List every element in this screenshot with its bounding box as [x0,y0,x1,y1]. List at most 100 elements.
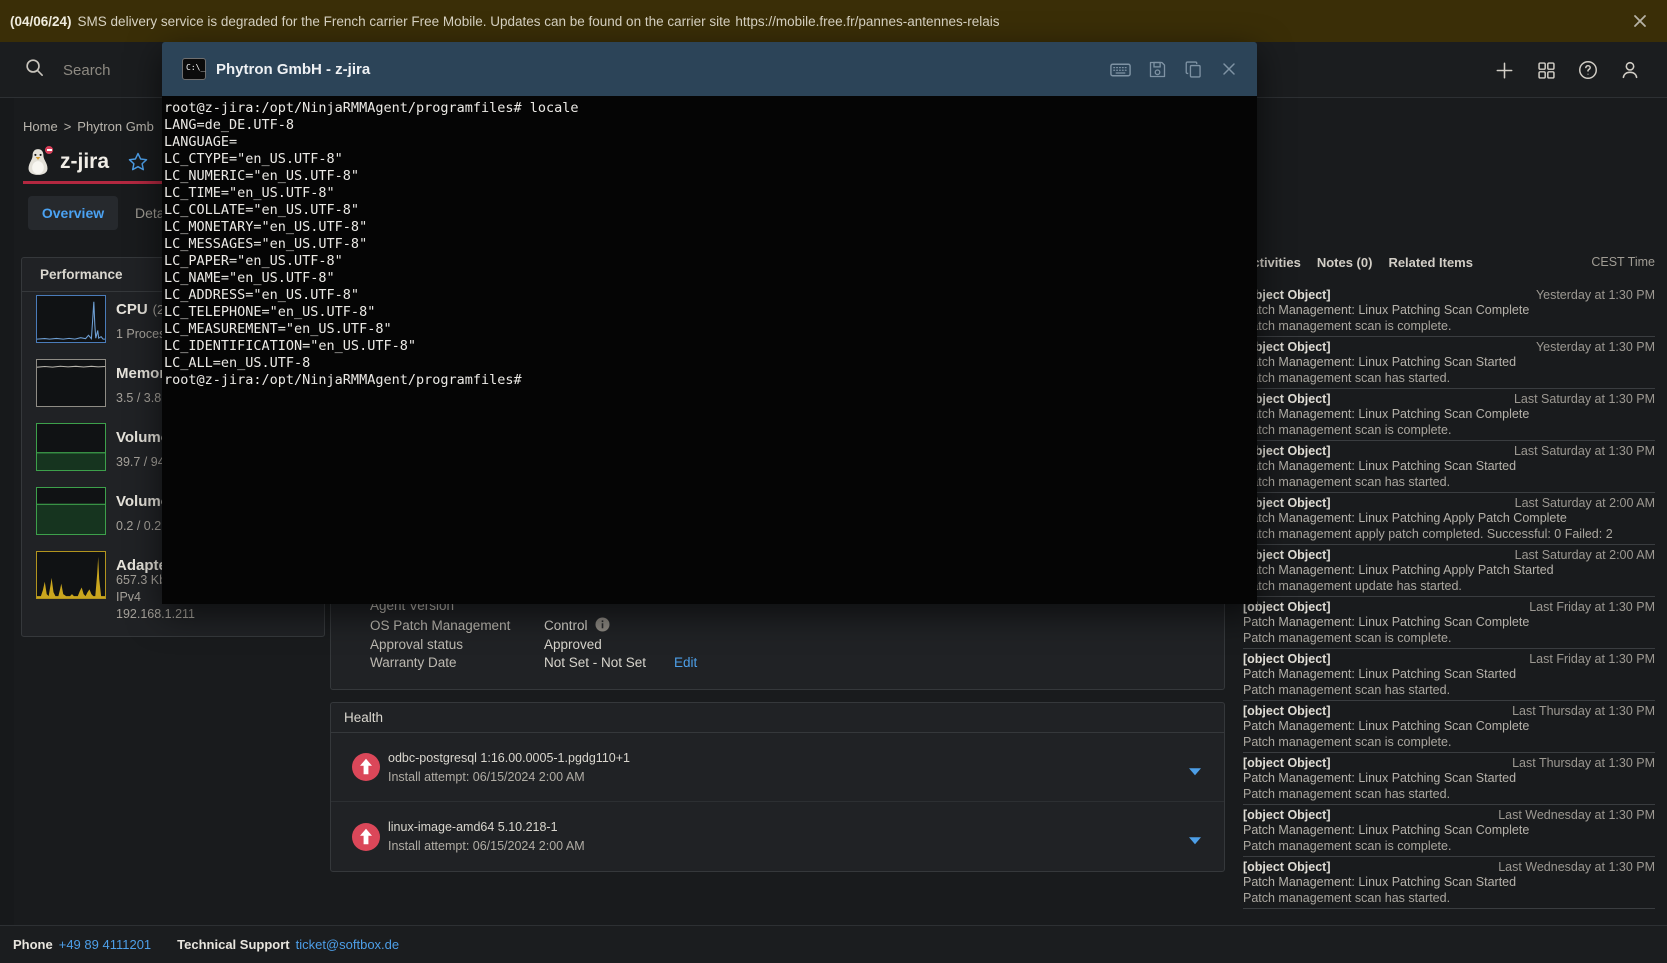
activity-entry[interactable]: [object Object] Last Friday at 1:30 PM P… [1243,649,1655,701]
activities-tabs: Activities Notes (0) Related Items CEST … [1243,252,1655,272]
health-card: Health odbc-postgresql 1:16.00.0005-1.pg… [330,702,1225,872]
screen: (04/06/24) SMS delivery service is degra… [0,0,1667,963]
terminal-line: LC_COLLATE="en_US.UTF-8" [164,202,1257,219]
activity-device: [object Object] [1243,808,1331,822]
patch-failed-icon [351,752,381,782]
activity-title: Patch Management: Linux Patching Scan St… [1243,459,1655,475]
expand-caret-icon[interactable] [1188,763,1202,772]
health-package-name: odbc-postgresql 1:16.00.0005-1.pgdg110+1 [388,751,1188,765]
activity-entry[interactable]: [object Object] Yesterday at 1:30 PM Pat… [1243,337,1655,389]
alert-url-link[interactable]: https://mobile.free.fr/pannes-antennes-r… [735,14,999,29]
activity-time: Last Wednesday at 1:30 PM [1498,808,1655,822]
save-icon[interactable] [1147,59,1168,80]
terminal-line: LC_MONETARY="en_US.UTF-8" [164,219,1257,236]
activity-desc: Patch management scan has started. [1243,371,1655,387]
activity-time: Yesterday at 1:30 PM [1536,340,1655,354]
terminal-line: LC_ADDRESS="en_US.UTF-8" [164,287,1257,304]
alert-message: SMS delivery service is degraded for the… [78,14,731,29]
memory-chart [36,359,106,407]
terminal-close-icon[interactable] [1219,59,1239,79]
activity-device: [object Object] [1243,756,1331,770]
alert-banner: (04/06/24) SMS delivery service is degra… [0,0,1667,42]
footer: Phone +49 89 4111201 Technical Support t… [0,925,1667,963]
tab-overview[interactable]: Overview [28,196,118,230]
terminal-line: LANG=de_DE.UTF-8 [164,117,1257,134]
topbar-actions [1493,42,1641,98]
detail-value: Not Set - Not Set [544,655,646,670]
activity-entry[interactable]: [object Object] Last Wednesday at 1:30 P… [1243,857,1655,909]
terminal-titlebar[interactable]: C:\_ Phytron GmbH - z-jira [162,42,1257,96]
activity-time: Last Saturday at 1:30 PM [1514,392,1655,406]
breadcrumb-current[interactable]: Phytron Gmb [77,119,154,134]
user-icon[interactable] [1619,59,1641,81]
left-rail [0,98,14,925]
activity-title: Patch Management: Linux Patching Scan Co… [1243,719,1655,735]
activity-desc: Patch management scan has started. [1243,683,1655,699]
activity-entry[interactable]: [object Object] Last Saturday at 2:00 AM… [1243,493,1655,545]
global-search[interactable]: Search [24,42,111,98]
volume-2-sub: 0.2 / 0.2 ( [116,519,169,533]
terminal-line: LC_TIME="en_US.UTF-8" [164,185,1257,202]
activity-time: Last Wednesday at 1:30 PM [1498,860,1655,874]
alert-date: (04/06/24) [10,14,72,29]
support-email-link[interactable]: ticket@softbox.de [296,937,400,952]
activity-entry[interactable]: [object Object] Yesterday at 1:30 PM Pat… [1243,285,1655,337]
activity-title: Patch Management: Linux Patching Scan St… [1243,355,1655,371]
device-title-row: z-jira [25,146,149,178]
activity-entry[interactable]: [object Object] Last Thursday at 1:30 PM… [1243,753,1655,805]
terminal-line: LC_MEASUREMENT="en_US.UTF-8" [164,321,1257,338]
add-icon[interactable] [1493,59,1516,82]
detail-label: OS Patch Management [370,618,544,633]
activity-entry[interactable]: [object Object] Last Thursday at 1:30 PM… [1243,701,1655,753]
activity-desc: Patch management scan is complete. [1243,735,1655,751]
activity-entry[interactable]: [object Object] Last Saturday at 1:30 PM… [1243,441,1655,493]
info-icon[interactable] [595,617,610,635]
activity-entry[interactable]: [object Object] Last Wednesday at 1:30 P… [1243,805,1655,857]
health-row[interactable]: linux-image-amd64 5.10.218-1 Install att… [331,802,1224,871]
activity-device: [object Object] [1243,704,1331,718]
search-placeholder: Search [63,62,111,79]
volume-2-chart [36,487,106,535]
activity-title: Patch Management: Linux Patching Scan Co… [1243,303,1655,319]
detail-row-warranty-date: Warranty Date Not Set - Not Set Edit [370,654,697,671]
activity-entry[interactable]: [object Object] Last Saturday at 1:30 PM… [1243,389,1655,441]
health-package-name: linux-image-amd64 5.10.218-1 [388,820,1188,834]
tab-details[interactable]: Deta [135,205,165,221]
health-install-attempt: Install attempt: 06/15/2024 2:00 AM [388,839,1188,853]
tab-related-items[interactable]: Related Items [1388,255,1473,270]
warranty-edit-link[interactable]: Edit [674,655,697,670]
activity-entry[interactable]: [object Object] Last Saturday at 2:00 AM… [1243,545,1655,597]
keyboard-icon[interactable] [1109,58,1132,81]
copy-icon[interactable] [1183,59,1204,80]
adapter-label: Adapte [116,557,167,574]
activity-title: Patch Management: Linux Patching Scan St… [1243,875,1655,891]
activity-title: Patch Management: Linux Patching Apply P… [1243,511,1655,527]
detail-row-approval-status: Approval status Approved [370,636,602,653]
help-icon[interactable] [1577,59,1599,81]
favorite-star-icon[interactable] [127,151,149,173]
remote-terminal-window: C:\_ Phytron GmbH - z-jira [162,42,1257,604]
adapter-chart [36,551,106,599]
activity-desc: Patch management scan has started. [1243,475,1655,491]
activity-entry[interactable]: [object Object] Last Friday at 1:30 PM P… [1243,597,1655,649]
tab-notes[interactable]: Notes (0) [1317,255,1373,270]
apps-grid-icon[interactable] [1536,60,1557,81]
activity-title: Patch Management: Linux Patching Scan St… [1243,771,1655,787]
breadcrumb-home[interactable]: Home [23,119,58,134]
health-list: odbc-postgresql 1:16.00.0005-1.pgdg110+1… [331,733,1224,871]
expand-caret-icon[interactable] [1188,832,1202,841]
activity-time: Yesterday at 1:30 PM [1536,288,1655,302]
health-row[interactable]: odbc-postgresql 1:16.00.0005-1.pgdg110+1… [331,733,1224,802]
terminal-output[interactable]: root@z-jira:/opt/NinjaRMMAgent/programfi… [162,96,1257,604]
activity-title: Patch Management: Linux Patching Apply P… [1243,563,1655,579]
device-name: z-jira [60,150,109,174]
activities-panel: Activities Notes (0) Related Items CEST … [1243,252,1655,909]
detail-row-os-patch-management: OS Patch Management Control [370,617,610,634]
phone-link[interactable]: +49 89 4111201 [59,937,151,952]
adapter-ip-address: 192.168.1.211 [116,607,195,621]
activity-title: Patch Management: Linux Patching Scan Co… [1243,615,1655,631]
terminal-line: LC_NAME="en_US.UTF-8" [164,270,1257,287]
banner-close-icon[interactable] [1631,12,1649,30]
activity-title: Patch Management: Linux Patching Scan Co… [1243,823,1655,839]
activity-desc: Patch management apply patch completed. … [1243,527,1655,543]
